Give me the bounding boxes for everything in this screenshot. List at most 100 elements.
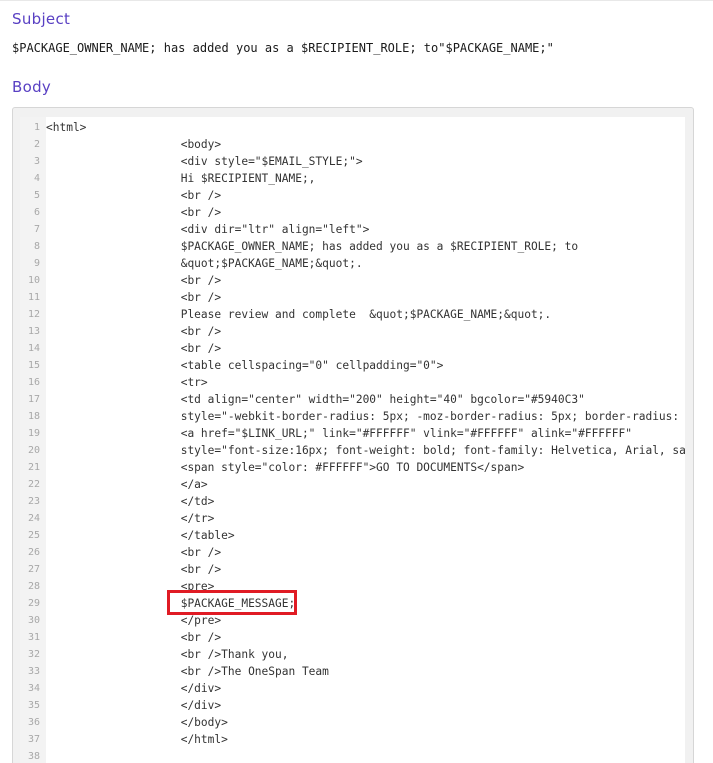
code-text: <br />	[46, 274, 222, 287]
code-line: 23 </td>	[20, 493, 685, 510]
line-number: 30	[27, 615, 40, 626]
line-number: 8	[33, 241, 40, 252]
line-number: 16	[27, 377, 40, 388]
code-text: </div>	[46, 699, 222, 712]
code-line: 17 <td align="center" width="200" height…	[20, 391, 685, 408]
code-text: </div>	[46, 682, 222, 695]
code-text: <body>	[46, 138, 222, 151]
line-number: 31	[27, 632, 40, 643]
code-line: 35 </div>	[20, 697, 685, 714]
line-number: 32	[27, 649, 40, 660]
code-text: <br />	[46, 291, 222, 304]
code-text: <span style="color: #FFFFFF">GO TO DOCUM…	[46, 461, 525, 474]
code-line: 24 </tr>	[20, 510, 685, 527]
line-number: 25	[27, 530, 40, 541]
code-text: <br />Thank you,	[46, 648, 289, 661]
code-line: 27 <br />	[20, 561, 685, 578]
body-code-editor[interactable]: 1 <html> 2 <body> 3 <div style="$EMAIL_STYL…	[20, 117, 685, 763]
code-text: <div style="$EMAIL_STYLE;">	[46, 155, 363, 168]
line-number: 15	[27, 360, 40, 371]
line-number: 10	[27, 275, 40, 286]
code-text: </body>	[46, 716, 228, 729]
line-number: 18	[27, 411, 40, 422]
code-text: <html>	[46, 121, 87, 134]
code-text: $PACKAGE_OWNER_NAME; has added you as a …	[46, 240, 579, 253]
code-text: </tr>	[46, 512, 215, 525]
code-line: 32 <br />Thank you,	[20, 646, 685, 663]
line-number: 35	[27, 700, 40, 711]
line-number: 24	[27, 513, 40, 524]
line-number: 29	[27, 598, 40, 609]
line-number: 12	[27, 309, 40, 320]
code-line: 10 <br />	[20, 272, 685, 289]
code-line: 28 <pre>	[20, 578, 685, 595]
code-line: 31 <br />	[20, 629, 685, 646]
code-text: <br />	[46, 206, 222, 219]
line-number: 13	[27, 326, 40, 337]
code-line: 19 <a href="$LINK_URL;" link="#FFFFFF" v…	[20, 425, 685, 442]
subject-label: Subject	[12, 10, 71, 28]
code-line: 22 </a>	[20, 476, 685, 493]
code-text: </html>	[46, 733, 228, 746]
code-line: 1 <html>	[20, 119, 685, 136]
code-line: 21 <span style="color: #FFFFFF">GO TO DO…	[20, 459, 685, 476]
line-number: 6	[33, 207, 40, 218]
code-text: <br />	[46, 189, 222, 202]
code-text: <br />	[46, 342, 222, 355]
code-line: 18 style="-webkit-border-radius: 5px; -m…	[20, 408, 685, 425]
code-line: 36 </body>	[20, 714, 685, 731]
line-number: 5	[33, 190, 40, 201]
line-number: 21	[27, 462, 40, 473]
line-number: 20	[27, 445, 40, 456]
line-number: 22	[27, 479, 40, 490]
line-number: 14	[27, 343, 40, 354]
code-text: <br />	[46, 546, 222, 559]
code-text: <div dir="ltr" align="left">	[46, 223, 370, 236]
code-text: <br />	[46, 325, 222, 338]
code-text: <table cellspacing="0" cellpadding="0">	[46, 359, 444, 372]
code-text: Please review and complete &quot;$PACKAG…	[46, 308, 552, 321]
subject-value[interactable]: $PACKAGE_OWNER_NAME; has added you as a …	[12, 41, 554, 55]
code-line: 7 <div dir="ltr" align="left">	[20, 221, 685, 238]
code-line: 37 </html>	[20, 731, 685, 748]
line-number: 3	[33, 156, 40, 167]
code-line: 25 </table>	[20, 527, 685, 544]
code-text: style="font-size:16px; font-weight: bold…	[46, 444, 685, 457]
code-line: 30 </pre>	[20, 612, 685, 629]
code-text: <br />The OneSpan Team	[46, 665, 329, 678]
line-number: 26	[27, 547, 40, 558]
package-message-highlight	[167, 590, 297, 615]
line-number: 17	[27, 394, 40, 405]
line-number: 1	[33, 122, 40, 133]
code-text: <td align="center" width="200" height="4…	[46, 393, 585, 406]
code-line: 3 <div style="$EMAIL_STYLE;">	[20, 153, 685, 170]
line-number: 4	[33, 173, 40, 184]
code-text: Hi $RECIPIENT_NAME;,	[46, 172, 316, 185]
code-line: 33 <br />The OneSpan Team	[20, 663, 685, 680]
code-line: 9 &quot;$PACKAGE_NAME;&quot;.	[20, 255, 685, 272]
code-text: &quot;$PACKAGE_NAME;&quot;.	[46, 257, 363, 270]
line-number: 38	[27, 751, 40, 762]
line-number: 2	[33, 139, 40, 150]
line-number: 9	[33, 258, 40, 269]
line-number: 19	[27, 428, 40, 439]
code-line: 8 $PACKAGE_OWNER_NAME; has added you as …	[20, 238, 685, 255]
code-line: 14 <br />	[20, 340, 685, 357]
line-number: 33	[27, 666, 40, 677]
line-number: 36	[27, 717, 40, 728]
code-text: </td>	[46, 495, 215, 508]
code-line: 38	[20, 748, 685, 763]
code-text: style="-webkit-border-radius: 5px; -moz-…	[46, 410, 685, 423]
line-number: 34	[27, 683, 40, 694]
code-line: 26 <br />	[20, 544, 685, 561]
line-number: 27	[27, 564, 40, 575]
code-line: 34 </div>	[20, 680, 685, 697]
line-number: 37	[27, 734, 40, 745]
code-line: 13 <br />	[20, 323, 685, 340]
line-number: 23	[27, 496, 40, 507]
top-divider	[0, 0, 713, 1]
code-line: 29 $PACKAGE_MESSAGE;	[20, 595, 685, 612]
line-number: 7	[33, 224, 40, 235]
code-line: 20 style="font-size:16px; font-weight: b…	[20, 442, 685, 459]
body-label: Body	[12, 78, 52, 96]
